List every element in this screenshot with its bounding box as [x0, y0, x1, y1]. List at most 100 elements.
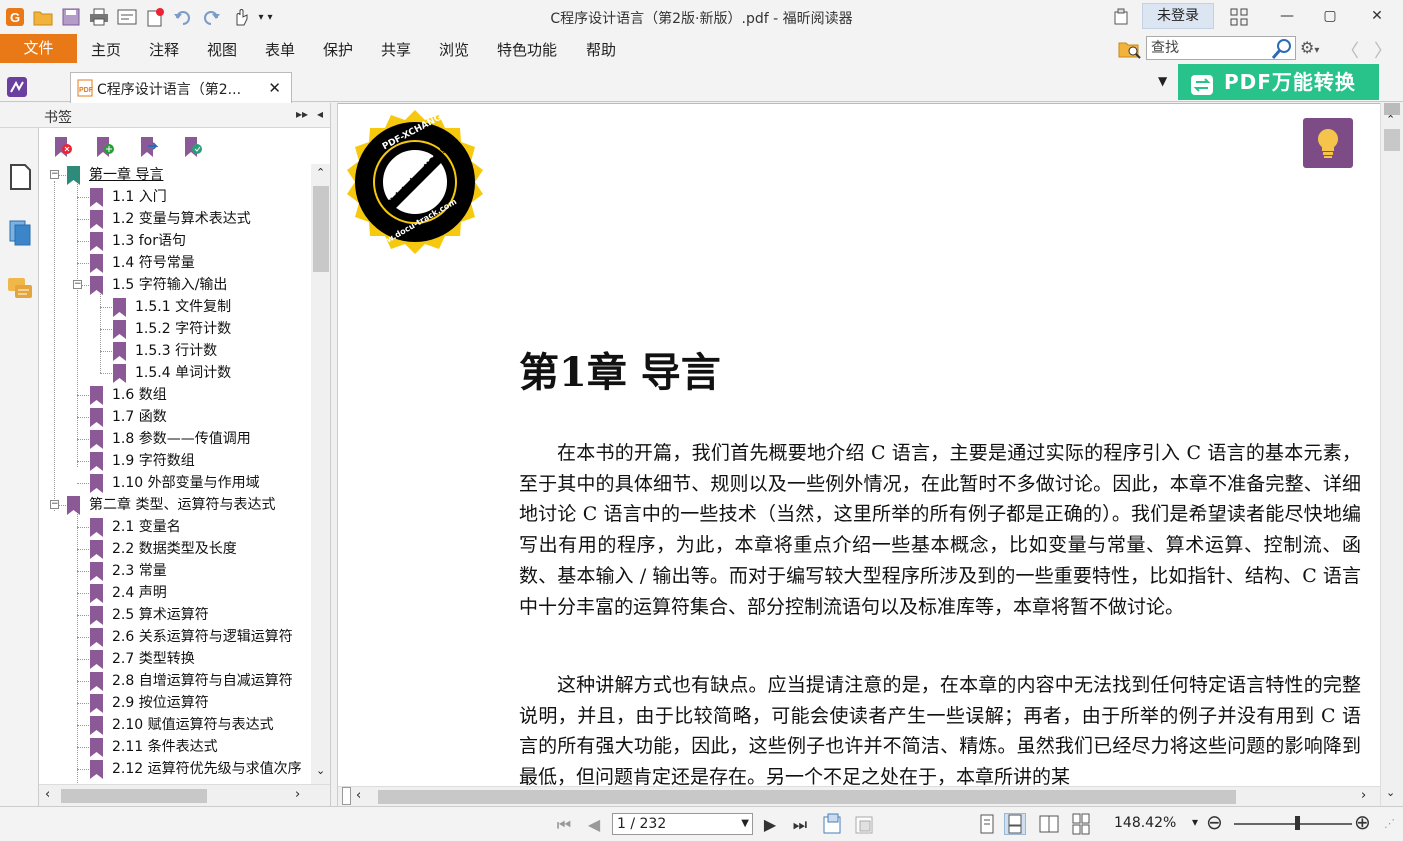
menu-view[interactable]: 视图 [207, 39, 237, 60]
bookmark-item[interactable]: 2.8 自增运算符与自减运算符 [90, 670, 311, 692]
panel-expand-icon[interactable]: ▸▸ [296, 107, 308, 121]
bookmark-item[interactable]: 2.10 赋值运算符与表达式 [90, 714, 311, 736]
bookmark-item[interactable]: 2.1 变量名 [90, 516, 311, 538]
foxit-sign-icon[interactable] [6, 76, 28, 98]
document-view[interactable]: PDF-XCHANGE Click to buy NOW! www.docu-t… [338, 103, 1380, 786]
scroll-left-icon[interactable]: ‹ [45, 787, 50, 802]
customize-toolbar-icon[interactable]: ▾ [264, 6, 276, 28]
bookmark-item[interactable]: 2.12 运算符优先级与求值次序 [90, 758, 311, 780]
search-folder-icon[interactable] [1118, 38, 1142, 60]
document-vertical-scrollbar[interactable]: ⌃ ⌄ [1380, 103, 1403, 806]
goto-bookmark-icon[interactable] [139, 136, 159, 158]
menu-browse[interactable]: 浏览 [439, 39, 469, 60]
open-folder-icon[interactable] [32, 6, 54, 28]
tab-document[interactable]: PDF C程序设计语言（第2... ✕ [70, 72, 292, 103]
zoom-slider-thumb[interactable] [1295, 816, 1300, 830]
bookmark-item[interactable]: 2.3 常量 [90, 560, 311, 582]
close-button[interactable]: ✕ [1360, 4, 1394, 28]
forward-arrow-icon[interactable]: 〉 [1374, 37, 1392, 63]
back-arrow-icon[interactable]: 〈 [1341, 37, 1359, 63]
bookmark-item[interactable]: 2.4 声明 [90, 582, 311, 604]
menu-share[interactable]: 共享 [381, 39, 411, 60]
tree-collapse-toggle[interactable]: − [73, 280, 82, 289]
print-icon[interactable] [88, 6, 110, 28]
previous-page-icon[interactable]: ◀ [584, 815, 604, 834]
bookmark-hscroll-thumb[interactable] [61, 789, 207, 803]
lightbulb-tips-icon[interactable] [1303, 118, 1353, 168]
bookmark-horizontal-scrollbar[interactable]: ‹ › [39, 784, 331, 806]
next-page-icon[interactable]: ▶ [760, 815, 780, 834]
doc-scroll-right-icon[interactable]: › [1361, 788, 1366, 803]
doc-scroll-up-icon[interactable]: ⌃ [1386, 113, 1395, 126]
app-logo-icon[interactable]: G [4, 6, 26, 28]
restore-button[interactable]: ▢ [1313, 4, 1347, 28]
tree-collapse-toggle[interactable]: − [50, 170, 59, 179]
facing-view-icon[interactable] [1038, 813, 1060, 835]
bookmark-item[interactable]: 1.8 参数——传值调用 [90, 428, 311, 450]
resize-grip-icon[interactable]: ⋰ [1384, 817, 1395, 830]
bookmark-item[interactable]: 1.5.3 行计数 [113, 340, 311, 362]
bookmark-chapter[interactable]: 第一章 导言 [67, 164, 311, 186]
pdf-convert-banner[interactable]: PDF万能转换 [1178, 64, 1379, 100]
add-bookmark-icon[interactable] [95, 136, 115, 158]
comments-panel-icon[interactable] [6, 274, 34, 304]
zoom-dropdown-icon[interactable]: ▾ [1192, 815, 1198, 829]
bookmark-vertical-scrollbar[interactable]: ⌃ ⌄ [311, 164, 331, 784]
last-page-icon[interactable]: ⏭ [790, 815, 810, 835]
doc-scroll-down-icon[interactable]: ⌄ [1386, 786, 1395, 799]
tab-close-icon[interactable]: ✕ [268, 79, 281, 97]
bookmark-item[interactable]: 2.9 按位运算符 [90, 692, 311, 714]
skin-icon[interactable] [1110, 6, 1132, 28]
document-horizontal-scrollbar[interactable]: ‹ › [338, 786, 1380, 806]
bookmark-item[interactable]: 1.1 入门 [90, 186, 311, 208]
pdf-xchange-stamp[interactable]: PDF-XCHANGE Click to buy NOW! www.docu-t… [341, 108, 489, 256]
continuous-facing-view-icon[interactable] [1070, 813, 1092, 835]
save-icon[interactable] [60, 6, 82, 28]
bookmark-item[interactable]: 1.5 字符输入/输出 [90, 274, 311, 296]
bookmark-properties-icon[interactable] [183, 136, 203, 158]
first-page-icon[interactable]: ⏮ [554, 815, 574, 835]
login-button[interactable]: 未登录 [1142, 3, 1214, 29]
single-page-view-icon[interactable] [976, 813, 998, 835]
doc-hscroll-split-handle[interactable] [342, 787, 351, 805]
bookmark-item[interactable]: 2.11 条件表达式 [90, 736, 311, 758]
doc-scroll-left-icon[interactable]: ‹ [356, 788, 361, 803]
bookmark-item[interactable]: 1.3 for语句 [90, 230, 311, 252]
layout-grid-icon[interactable] [1228, 6, 1250, 28]
page-dropdown-icon[interactable]: ▼ [741, 814, 749, 834]
search-icon[interactable] [1271, 38, 1293, 60]
previous-view-icon[interactable] [822, 813, 844, 835]
hand-tool-icon[interactable] [230, 6, 252, 28]
bookmark-chapter[interactable]: 第二章 类型、运算符与表达式 [67, 494, 311, 516]
menu-help[interactable]: 帮助 [586, 39, 616, 60]
scroll-down-icon[interactable]: ⌄ [316, 764, 325, 777]
menu-features[interactable]: 特色功能 [497, 39, 557, 60]
zoom-slider-track[interactable] [1234, 823, 1352, 825]
tab-list-dropdown-icon[interactable]: ▼ [1158, 74, 1167, 88]
zoom-in-icon[interactable]: ⊕ [1354, 810, 1371, 834]
bookmark-item[interactable]: 1.5.2 字符计数 [113, 318, 311, 340]
delete-bookmark-icon[interactable] [53, 136, 73, 158]
bookmark-item[interactable]: 2.2 数据类型及长度 [90, 538, 311, 560]
menu-home[interactable]: 主页 [91, 39, 121, 60]
zoom-out-icon[interactable]: ⊖ [1206, 810, 1223, 834]
pages-panel-icon[interactable] [6, 218, 34, 248]
bookmark-item[interactable]: 2.6 关系运算符与逻辑运算符 [90, 626, 311, 648]
scroll-up-icon[interactable]: ⌃ [316, 166, 325, 179]
bookmark-item[interactable]: 1.2 变量与算术表达式 [90, 208, 311, 230]
panel-splitter[interactable] [330, 103, 338, 806]
menu-protect[interactable]: 保护 [323, 39, 353, 60]
bookmark-item[interactable]: 1.5.4 单词计数 [113, 362, 311, 384]
bookmark-item[interactable]: 1.10 外部变量与作用域 [90, 472, 311, 494]
scroll-right-icon[interactable]: › [295, 787, 300, 802]
bookmark-item[interactable]: 1.4 符号常量 [90, 252, 311, 274]
undo-icon[interactable] [172, 6, 194, 28]
tree-collapse-toggle[interactable]: − [50, 500, 59, 509]
menu-form[interactable]: 表单 [265, 39, 295, 60]
new-document-icon[interactable] [144, 6, 166, 28]
settings-gear-icon[interactable]: ⚙▾ [1300, 38, 1334, 60]
continuous-view-icon[interactable] [1004, 813, 1026, 835]
bookmark-item[interactable]: 1.5.1 文件复制 [113, 296, 311, 318]
page-thumbnail-icon[interactable] [6, 162, 34, 192]
bookmark-item[interactable]: 1.7 函数 [90, 406, 311, 428]
